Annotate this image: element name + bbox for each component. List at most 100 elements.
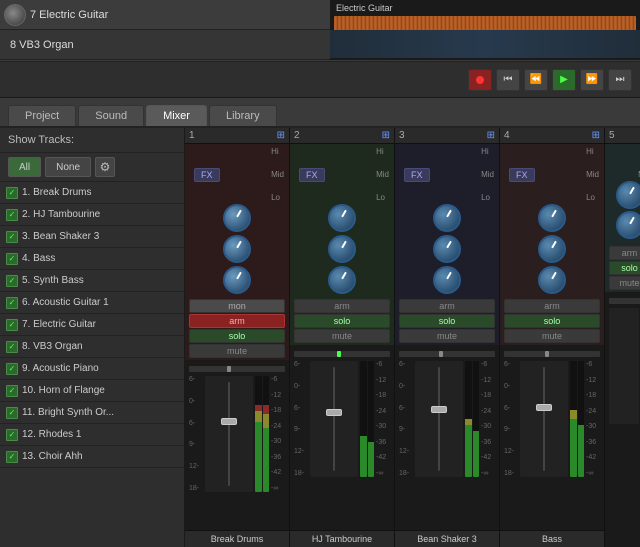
track-checkbox-13[interactable]: ✓ [6,451,18,463]
knob-mid-ch3[interactable] [433,235,461,263]
arm-button-ch2[interactable]: arm [294,299,390,313]
fader-marker-ch3 [439,351,443,357]
fader-strip-5[interactable] [609,308,639,424]
list-item[interactable]: ✓ 3. Bean Shaker 3 [0,226,184,248]
fader-position-1 [189,366,285,372]
record-button[interactable] [468,69,492,91]
arm-button-ch3[interactable]: arm [399,299,495,313]
channel-grid-icon-4[interactable]: ⊞ [592,130,600,141]
fx-button-ch4[interactable]: FX [509,168,535,182]
list-item[interactable]: ✓ 13. Choir Ahh [0,446,184,468]
track-checkbox-8[interactable]: ✓ [6,341,18,353]
solo-button-ch1[interactable]: solo [189,329,285,343]
mute-button-ch1[interactable]: mute [189,344,285,358]
mon-button-ch1[interactable]: mon [189,299,285,313]
waveform-vb3 [330,30,640,60]
list-item[interactable]: ✓ 11. Bright Synth Or... [0,402,184,424]
track-checkbox-3[interactable]: ✓ [6,231,18,243]
knob-mid-ch2[interactable] [328,235,356,263]
solo-button-ch4[interactable]: solo [504,314,600,328]
channel-grid-icon-1[interactable]: ⊞ [277,130,285,141]
track-checkbox-4[interactable]: ✓ [6,253,18,265]
list-item[interactable]: ✓ 7. Electric Guitar [0,314,184,336]
tab-sound[interactable]: Sound [78,105,144,126]
fader-strip-1[interactable] [205,376,253,492]
list-item[interactable]: ✓ 1. Break Drums [0,182,184,204]
fader-section-5 [605,292,640,547]
mute-button-ch3[interactable]: mute [399,329,495,343]
all-button[interactable]: All [8,157,41,177]
fast-forward-button[interactable]: ⏩ [580,69,604,91]
fader-handle-2[interactable] [326,409,342,416]
none-button[interactable]: None [45,157,91,177]
solo-button-ch5[interactable]: solo [609,261,640,275]
list-item[interactable]: ✓ 2. HJ Tambourine [0,204,184,226]
list-item[interactable]: ✓ 4. Bass [0,248,184,270]
fader-strip-4[interactable] [520,361,568,477]
fx-button-ch1[interactable]: FX [194,168,220,182]
tab-mixer[interactable]: Mixer [146,105,207,126]
knob-mid-ch4[interactable] [538,235,566,263]
meter-green-r-1 [263,428,270,492]
knobs-ch3 [398,204,496,294]
knob-hi-ch1[interactable] [223,204,251,232]
mute-button-ch4[interactable]: mute [504,329,600,343]
knob-hi-ch2[interactable] [328,204,356,232]
skip-forward-button[interactable]: ⏭ [608,69,632,91]
knob-mid-ch5[interactable] [616,211,640,239]
track-name-11: 11. Bright Synth Or... [22,407,114,418]
list-item[interactable]: ✓ 6. Acoustic Guitar 1 [0,292,184,314]
track-name-8: 8. VB3 Organ [22,341,83,352]
mute-button-ch5[interactable]: mute [609,276,640,290]
list-item[interactable]: ✓ 5. Synth Bass [0,270,184,292]
knob-lo-ch2[interactable] [328,266,356,294]
channel-grid-icon-2[interactable]: ⊞ [382,130,390,141]
settings-gear-icon[interactable]: ⚙ [95,157,115,177]
play-button[interactable]: ▶ [552,69,576,91]
fader-handle-3[interactable] [431,406,447,413]
show-tracks-header: Show Tracks: [0,128,184,153]
list-item[interactable]: ✓ 8. VB3 Organ [0,336,184,358]
rewind-button[interactable]: ⏪ [524,69,548,91]
tab-library[interactable]: Library [209,105,277,126]
list-item[interactable]: ✓ 10. Horn of Flange [0,380,184,402]
track-name-4: 4. Bass [22,253,55,264]
knob-hi-ch3[interactable] [433,204,461,232]
channel-number-3: 3 ⊞ [395,128,499,144]
fader-handle-1[interactable] [221,418,237,425]
track-checkbox-9[interactable]: ✓ [6,363,18,375]
knob-lo-ch4[interactable] [538,266,566,294]
knob-hi-ch4[interactable] [538,204,566,232]
solo-button-ch2[interactable]: solo [294,314,390,328]
knob-hi-ch5[interactable] [616,181,640,209]
fader-strip-3[interactable] [415,361,463,477]
arm-button-ch1[interactable]: arm [189,314,285,328]
arm-button-ch4[interactable]: arm [504,299,600,313]
arm-button-ch5[interactable]: arm [609,246,640,260]
track-checkbox-1[interactable]: ✓ [6,187,18,199]
list-item[interactable]: ✓ 12. Rhodes 1 [0,424,184,446]
track-checkbox-5[interactable]: ✓ [6,275,18,287]
knob-mid-ch1[interactable] [223,235,251,263]
skip-back-button[interactable]: ⏮ [496,69,520,91]
channel-grid-icon-3[interactable]: ⊞ [487,130,495,141]
db-scale-left-3: 6- 0- 6- 9- 12- 18- [399,361,413,477]
track-checkbox-6[interactable]: ✓ [6,297,18,309]
fx-button-ch2[interactable]: FX [299,168,325,182]
tab-project[interactable]: Project [8,105,76,126]
list-item[interactable]: ✓ 9. Acoustic Piano [0,358,184,380]
fader-handle-4[interactable] [536,404,552,411]
track-checkbox-10[interactable]: ✓ [6,385,18,397]
solo-button-ch3[interactable]: solo [399,314,495,328]
track-checkbox-12[interactable]: ✓ [6,429,18,441]
meter-green-l-4 [570,419,577,477]
knob-lo-ch3[interactable] [433,266,461,294]
fader-strip-2[interactable] [310,361,358,477]
track-checkbox-7[interactable]: ✓ [6,319,18,331]
mute-button-ch2[interactable]: mute [294,329,390,343]
knob-lo-ch1[interactable] [223,266,251,294]
track-checkbox-2[interactable]: ✓ [6,209,18,221]
eq-section-5: Hi Mid [605,144,640,244]
track-checkbox-11[interactable]: ✓ [6,407,18,419]
fx-button-ch3[interactable]: FX [404,168,430,182]
